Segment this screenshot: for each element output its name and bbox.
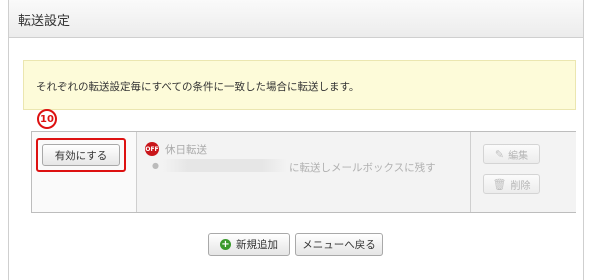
add-new-button[interactable]: + 新規追加 <box>208 233 290 256</box>
rule-description: に転送しメールボックスに残す <box>289 162 436 174</box>
rule-info-cell: OFF 休日転送 ● に転送しメールボックスに残す <box>137 132 470 212</box>
add-label: 新規追加 <box>236 239 278 251</box>
delete-button[interactable]: 🗑 削除 <box>483 174 540 194</box>
bullet-icon: ● <box>152 161 159 170</box>
rule-toggle-cell: 有効にする <box>32 132 137 212</box>
trash-icon: 🗑 <box>492 177 507 191</box>
info-notice: それぞれの転送設定毎にすべての条件に一致した場合に転送します。 <box>23 60 576 110</box>
rule-name: 休日転送 <box>165 144 207 156</box>
forwarding-rule-row: 有効にする OFF 休日転送 ● に転送しメールボックスに残す ✎ 編集 🗑 削… <box>31 131 576 213</box>
pencil-icon: ✎ <box>494 147 505 161</box>
title-bar: 転送設定 <box>9 0 583 38</box>
edit-label: 編集 <box>508 150 529 162</box>
back-to-menu-button[interactable]: メニューへ戻る <box>295 233 383 256</box>
rule-actions-cell: ✎ 編集 🗑 削除 <box>470 132 576 212</box>
delete-label: 削除 <box>510 180 531 192</box>
menu-label: メニューへ戻る <box>302 239 376 251</box>
plus-circle-icon: + <box>220 239 231 250</box>
enable-button[interactable]: 有効にする <box>42 144 120 166</box>
off-status-icon: OFF <box>145 142 159 156</box>
page-title: 転送設定 <box>18 14 71 29</box>
masked-address <box>163 159 287 172</box>
notice-text: それぞれの転送設定毎にすべての条件に一致した場合に転送します。 <box>36 81 360 93</box>
annotation-marker: 10 <box>37 109 57 129</box>
edit-button[interactable]: ✎ 編集 <box>483 144 540 164</box>
